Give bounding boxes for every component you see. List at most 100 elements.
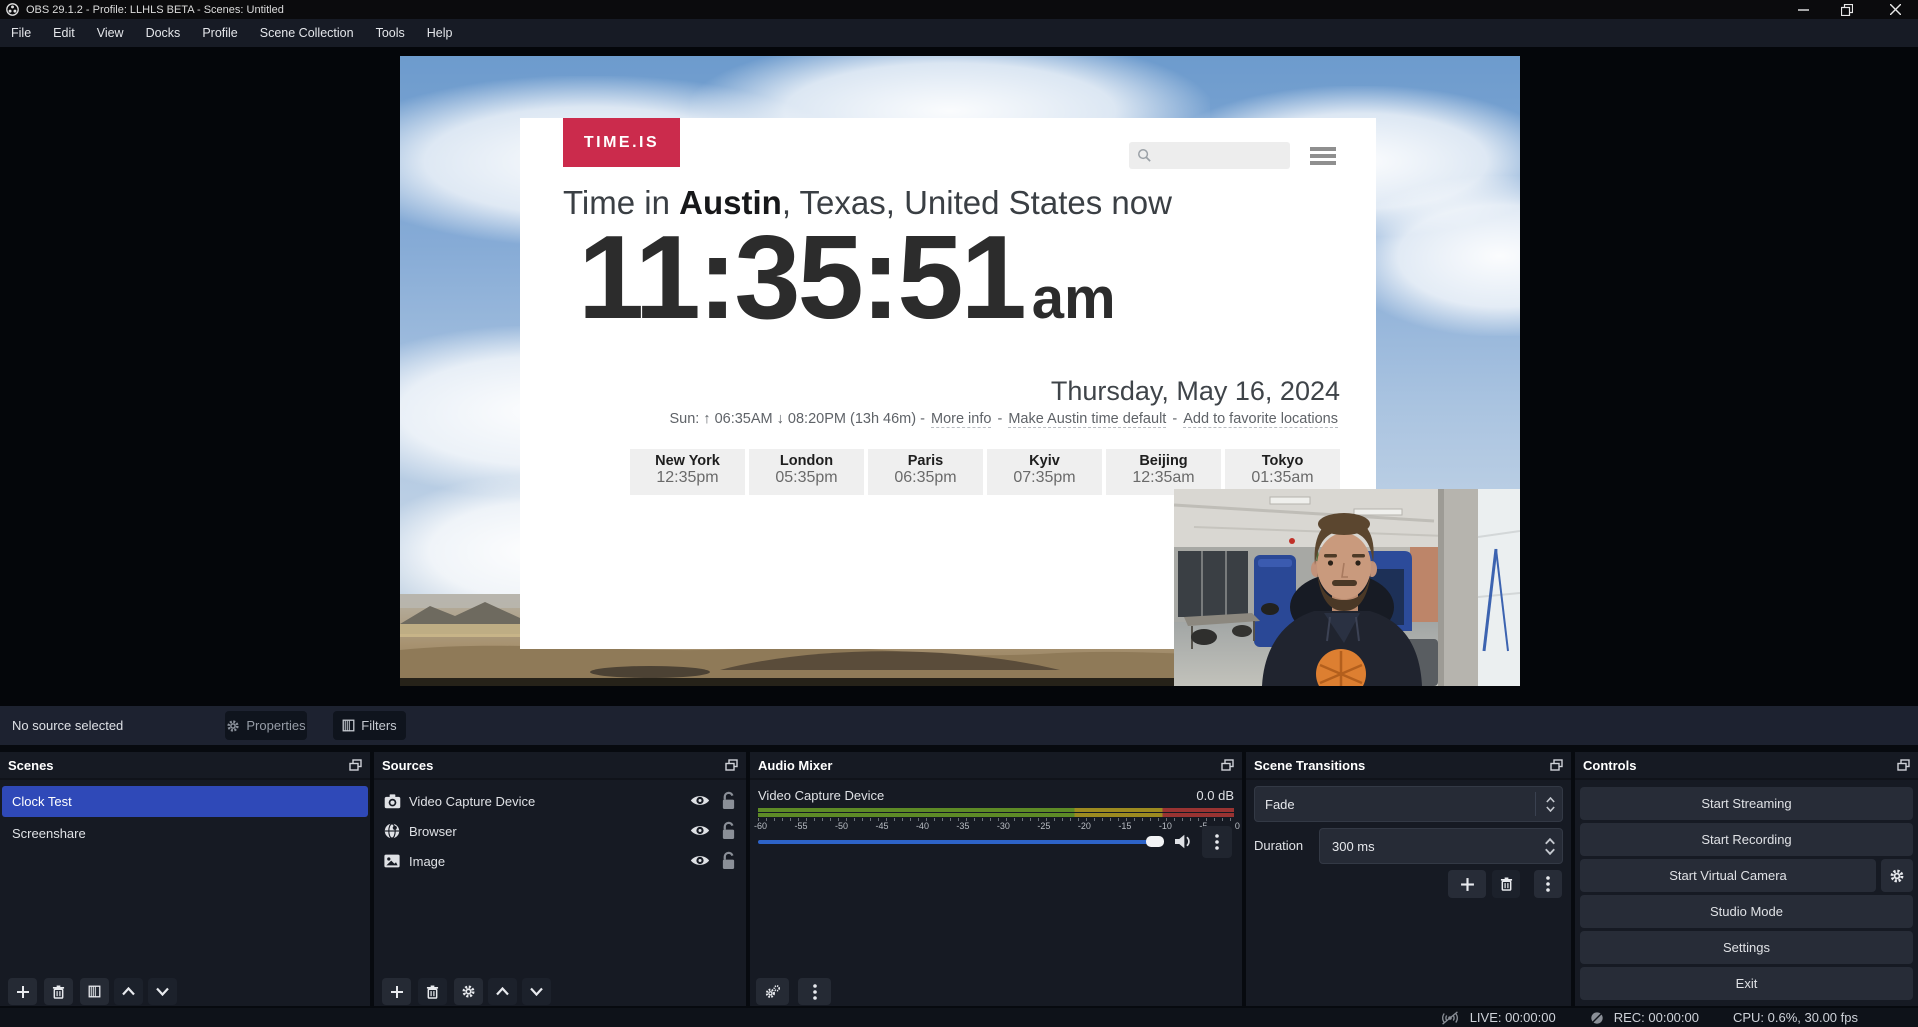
popout-icon[interactable] (725, 759, 738, 771)
current-time: 11:35:51am (578, 218, 1116, 337)
plus-icon (390, 985, 404, 999)
globe-icon (384, 823, 400, 839)
chevron-down-icon (530, 987, 543, 996)
visibility-eye-icon[interactable] (690, 853, 710, 868)
source-row-video-capture[interactable]: Video Capture Device (374, 786, 746, 816)
window-title: OBS 29.1.2 - Profile: LLHLS BETA - Scene… (26, 4, 284, 16)
add-favorite-link: Add to favorite locations (1183, 411, 1338, 428)
volume-slider-track[interactable] (758, 840, 1150, 844)
menu-profile[interactable]: Profile (191, 19, 248, 47)
menu-view[interactable]: View (86, 19, 135, 47)
remove-transition-button[interactable] (1492, 870, 1520, 898)
source-properties-button[interactable] (454, 978, 483, 1005)
timeis-search-box (1129, 142, 1290, 169)
current-date: Thursday, May 16, 2024 (520, 376, 1340, 407)
advanced-audio-button[interactable] (756, 978, 789, 1005)
menu-docks[interactable]: Docks (135, 19, 192, 47)
city-card: Paris06:35pm (868, 449, 983, 495)
stream-inactive-icon (1440, 1011, 1460, 1025)
scene-item-screenshare[interactable]: Screenshare (2, 818, 368, 849)
close-button[interactable] (1878, 0, 1912, 19)
trash-icon (1500, 877, 1513, 891)
lock-icon[interactable] (721, 821, 736, 840)
sources-dock: Sources Video Capture Device (374, 752, 746, 1006)
transition-select[interactable]: Fade (1254, 786, 1563, 822)
popout-icon[interactable] (1550, 759, 1563, 771)
remove-scene-button[interactable] (44, 978, 73, 1005)
kebab-menu-icon (813, 984, 817, 1000)
visibility-eye-icon[interactable] (690, 793, 710, 808)
menu-edit[interactable]: Edit (42, 19, 86, 47)
controls-dock: Controls Start Streaming Start Recording… (1575, 752, 1918, 1006)
scene-item-clock-test[interactable]: Clock Test (2, 786, 368, 817)
city-card: London05:35pm (749, 449, 864, 495)
visibility-eye-icon[interactable] (690, 823, 710, 838)
duration-spinbox[interactable]: 300 ms (1319, 828, 1563, 864)
source-move-down-button[interactable] (522, 978, 551, 1005)
timeis-logo: TIME.IS (563, 118, 680, 167)
obs-logo-icon (6, 3, 19, 16)
scene-transitions-dock: Scene Transitions Fade Duration 300 ms (1246, 752, 1571, 1006)
preview-canvas[interactable]: TIME.IS Time in Austin, Texas, United St… (400, 56, 1520, 686)
record-inactive-icon (1590, 1011, 1604, 1025)
trash-icon (426, 985, 439, 999)
virtual-camera-config-button[interactable] (1881, 859, 1913, 892)
scene-move-down-button[interactable] (148, 978, 177, 1005)
gear-icon (1889, 868, 1905, 884)
scene-move-up-button[interactable] (114, 978, 143, 1005)
properties-button[interactable]: Properties (225, 711, 307, 740)
rec-timer: REC: 00:00:00 (1614, 1010, 1699, 1025)
spin-up-icon[interactable] (1545, 838, 1555, 845)
menu-file[interactable]: File (0, 19, 42, 47)
source-move-up-button[interactable] (488, 978, 517, 1005)
hamburger-menu-icon (1310, 147, 1336, 165)
popout-icon[interactable] (1897, 759, 1910, 771)
add-transition-button[interactable] (1448, 870, 1486, 898)
menu-tools[interactable]: Tools (365, 19, 416, 47)
scenes-dock-header: Scenes (0, 752, 370, 780)
filters-button[interactable]: Filters (333, 711, 406, 740)
studio-mode-button[interactable]: Studio Mode (1580, 895, 1913, 928)
popout-icon[interactable] (1221, 759, 1234, 771)
chevron-up-icon (1546, 797, 1555, 803)
exit-button[interactable]: Exit (1580, 967, 1913, 1000)
transition-menu-button[interactable] (1534, 870, 1562, 898)
minimize-icon (1798, 4, 1809, 15)
more-info-link: More info (931, 411, 991, 428)
popout-icon[interactable] (349, 759, 362, 771)
no-source-label: No source selected (12, 718, 123, 733)
spin-down-icon[interactable] (1545, 848, 1555, 855)
gear-icon (226, 719, 240, 733)
menu-help[interactable]: Help (416, 19, 464, 47)
speaker-icon[interactable] (1174, 833, 1193, 850)
lock-icon[interactable] (721, 851, 736, 870)
lock-icon[interactable] (721, 791, 736, 810)
mixer-channel-menu-button[interactable] (1202, 826, 1232, 858)
minimize-button[interactable] (1786, 0, 1820, 19)
source-context-bar: No source selected Properties Filters (0, 706, 1918, 745)
controls-header: Controls (1575, 752, 1918, 780)
kebab-menu-icon (1215, 834, 1219, 850)
volume-slider-handle[interactable] (1146, 836, 1164, 847)
title-bar: OBS 29.1.2 - Profile: LLHLS BETA - Scene… (0, 0, 1918, 19)
menu-scene-collection[interactable]: Scene Collection (249, 19, 365, 47)
mixer-level-db: 0.0 dB (1196, 788, 1234, 803)
scene-filters-button[interactable] (80, 978, 109, 1005)
chevron-down-icon (156, 987, 169, 996)
settings-button[interactable]: Settings (1580, 931, 1913, 964)
add-scene-button[interactable] (8, 978, 37, 1005)
start-recording-button[interactable]: Start Recording (1580, 823, 1913, 856)
source-row-image[interactable]: Image (374, 846, 746, 876)
status-bar: LIVE: 00:00:00 REC: 00:00:00 CPU: 0.6%, … (0, 1008, 1918, 1027)
add-source-button[interactable] (382, 978, 411, 1005)
start-virtual-camera-button[interactable]: Start Virtual Camera (1580, 859, 1876, 892)
make-default-link: Make Austin time default (1008, 411, 1166, 428)
restore-button[interactable] (1830, 0, 1864, 19)
trash-icon (52, 985, 65, 999)
source-row-browser[interactable]: Browser (374, 816, 746, 846)
mixer-menu-button[interactable] (798, 978, 831, 1005)
filters-icon (88, 985, 101, 998)
remove-source-button[interactable] (418, 978, 447, 1005)
start-streaming-button[interactable]: Start Streaming (1580, 787, 1913, 820)
chevron-down-icon (1546, 806, 1555, 812)
